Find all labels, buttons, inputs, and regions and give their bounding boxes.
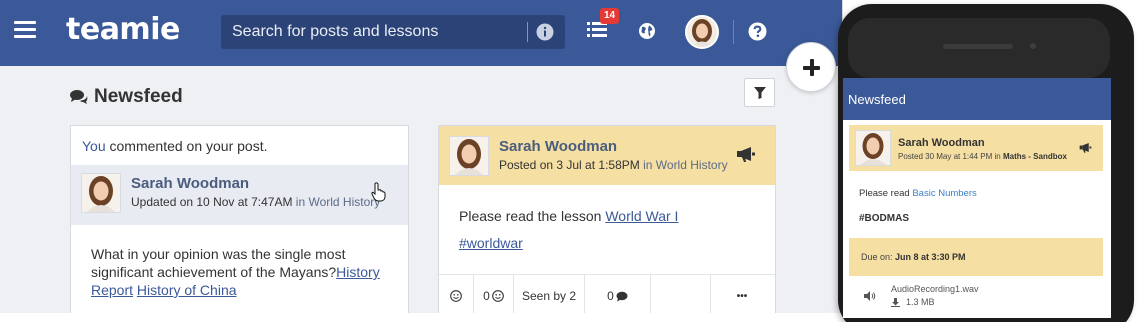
- desktop-app: teamie 14: [0, 0, 843, 313]
- phone-post-header[interactable]: Sarah Woodman Posted 30 May at 1:44 PM i…: [849, 125, 1103, 171]
- user-avatar[interactable]: [685, 15, 719, 49]
- phone-due-text: Due on: Jun 8 at 3:30 PM: [861, 252, 966, 262]
- author-strip[interactable]: Sarah Woodman Updated on 10 Nov at 7:47A…: [71, 165, 408, 225]
- comments-icon: [70, 89, 88, 105]
- megaphone-icon: [1079, 142, 1092, 153]
- phone-page-title: Newsfeed: [848, 92, 906, 107]
- filter-icon: [754, 87, 766, 99]
- search-input[interactable]: [221, 15, 521, 49]
- phone-hashtag[interactable]: #BODMAS: [859, 213, 909, 224]
- smile-icon: [491, 290, 504, 302]
- post-timestamp: Updated on 10 Nov at 7:47AM: [131, 195, 293, 209]
- newsfeed-heading: Newsfeed: [70, 86, 183, 108]
- reactions-count-button[interactable]: 0: [474, 275, 514, 313]
- phone-post-meta: Posted 30 May at 1:44 PM in Maths - Sand…: [898, 152, 1067, 161]
- filter-button[interactable]: [744, 78, 775, 107]
- activity-actor[interactable]: You: [82, 138, 106, 154]
- speaker-icon[interactable]: [864, 291, 876, 301]
- author-name[interactable]: Sarah Woodman: [131, 175, 249, 192]
- hamburger-menu-icon[interactable]: [14, 21, 36, 39]
- post-card-announcement[interactable]: Sarah Woodman Posted on 3 Jul at 1:58PM …: [438, 125, 776, 313]
- hashtag: #worldwar: [459, 235, 523, 251]
- post-body: What in your opinion was the single most…: [91, 245, 391, 299]
- phone-header: Newsfeed: [843, 78, 1111, 120]
- announcement-header[interactable]: Sarah Woodman Posted on 3 Jul at 1:58PM …: [439, 126, 775, 185]
- hashtag-link[interactable]: #worldwar: [459, 235, 523, 251]
- header-separator: [733, 20, 734, 44]
- seen-by-button[interactable]: Seen by 2: [514, 275, 585, 313]
- comment-icon: [616, 291, 628, 301]
- phone-post-body: Please read Basic Numbers: [859, 188, 977, 199]
- hand-pointer-cursor-icon: [371, 182, 387, 202]
- page-title: Newsfeed: [94, 86, 183, 107]
- phone-due-value: Jun 8 at 3:30 PM: [895, 252, 966, 262]
- search-box: [221, 15, 565, 49]
- megaphone-icon: [736, 146, 756, 162]
- post-body-text: Please read the lesson: [459, 208, 606, 224]
- globe-icon[interactable]: [638, 22, 656, 40]
- comments-button[interactable]: 0: [585, 275, 651, 313]
- phone-due-banner: Due on: Jun 8 at 3:30 PM: [849, 238, 1103, 276]
- search-divider: [527, 22, 528, 42]
- post-body: Please read the lesson World War I: [459, 207, 678, 225]
- phone-group-link[interactable]: Maths - Sandbox: [1003, 152, 1067, 161]
- post-meta: Posted on 3 Jul at 1:58PM in World Histo…: [499, 158, 728, 172]
- comments-count: 0: [607, 289, 614, 303]
- author-avatar[interactable]: [449, 136, 489, 176]
- more-options-button[interactable]: •••: [711, 275, 773, 313]
- notification-count-badge[interactable]: 14: [600, 8, 619, 24]
- phone-due-label: Due on:: [861, 252, 896, 262]
- smile-icon: [450, 290, 462, 302]
- phone-lesson-link[interactable]: Basic Numbers: [912, 188, 976, 199]
- phone-author-name[interactable]: Sarah Woodman: [898, 137, 985, 149]
- phone-screen: Newsfeed Sarah Woodman Posted 30 May at …: [843, 78, 1111, 318]
- phone-post-timestamp: Posted 30 May at 1:44 PM in: [898, 152, 1003, 161]
- reactions-count: 0: [483, 289, 490, 303]
- post-timestamp: Posted on 3 Jul at 1:58PM: [499, 158, 640, 172]
- phone-audio-filename[interactable]: AudioRecording1.wav: [891, 284, 979, 294]
- seen-by-text: Seen by 2: [521, 289, 577, 303]
- author-avatar[interactable]: [81, 173, 121, 213]
- post-meta: Updated on 10 Nov at 7:47AM in World His…: [131, 195, 380, 209]
- activity-text: You commented on your post.: [82, 138, 268, 154]
- react-button[interactable]: [439, 275, 474, 313]
- empty-action-slot: [651, 275, 711, 313]
- phone-author-avatar[interactable]: [855, 130, 891, 166]
- screenshot-stage: teamie 14: [0, 0, 1140, 322]
- group-link[interactable]: World History: [308, 195, 380, 209]
- teamie-logo[interactable]: teamie: [66, 12, 180, 47]
- help-question-icon[interactable]: [748, 22, 767, 41]
- info-icon[interactable]: [536, 23, 554, 41]
- phone-post-body-text: Please read: [859, 188, 913, 199]
- download-icon[interactable]: [891, 298, 900, 307]
- author-name[interactable]: Sarah Woodman: [499, 138, 617, 155]
- phone-audio-size: 1.3 MB: [906, 297, 935, 307]
- post-card-comment[interactable]: You commented on your post. Sarah Woodma…: [70, 125, 409, 313]
- tag-link-history-of-china[interactable]: History of China: [137, 282, 237, 298]
- meta-in-text: in: [292, 195, 309, 209]
- phone-bezel: [848, 18, 1110, 78]
- plus-icon-vertical: [810, 59, 814, 76]
- post-action-bar: 0 Seen by 2 0 •••: [439, 274, 775, 313]
- activity-description: commented on your post.: [105, 138, 268, 154]
- meta-in-text: in: [639, 158, 656, 172]
- create-post-button[interactable]: [786, 42, 836, 92]
- post-body-text: What in your opinion was the single most…: [91, 246, 346, 280]
- top-navigation-bar: teamie 14: [0, 0, 842, 66]
- group-link[interactable]: World History: [656, 158, 728, 172]
- lesson-link[interactable]: World War I: [605, 208, 678, 224]
